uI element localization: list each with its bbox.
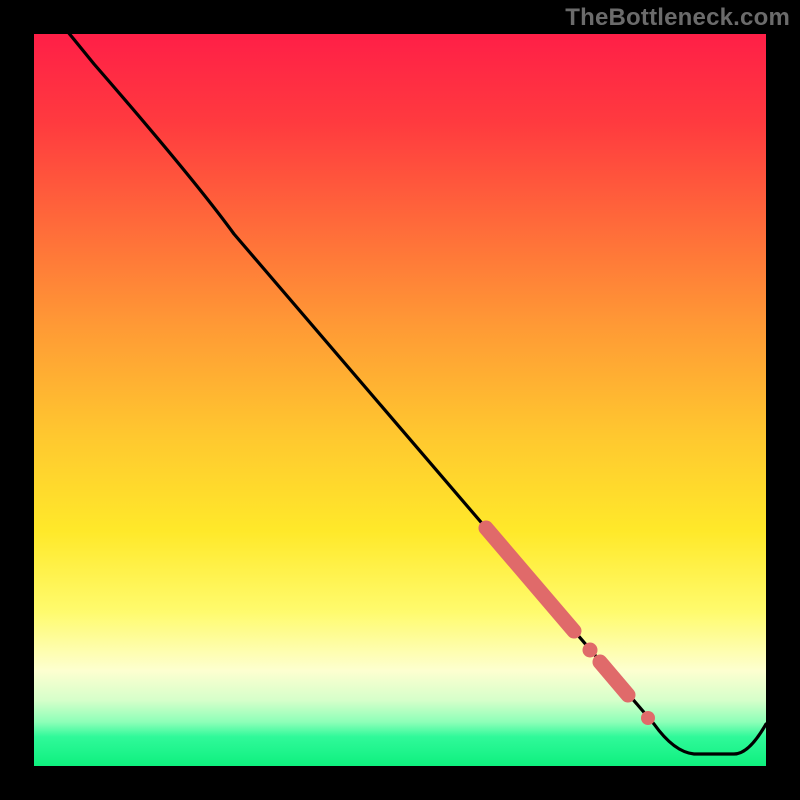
highlight-segment-2: [600, 662, 628, 695]
highlight-segment-1: [486, 528, 574, 631]
plot-area: [34, 34, 766, 766]
main-curve: [37, 34, 766, 754]
chart-svg: [34, 34, 766, 766]
watermark-text: TheBottleneck.com: [565, 4, 790, 32]
highlight-dot-1: [583, 643, 598, 658]
chart-frame: TheBottleneck.com: [0, 0, 800, 800]
highlight-dot-2: [641, 711, 655, 725]
